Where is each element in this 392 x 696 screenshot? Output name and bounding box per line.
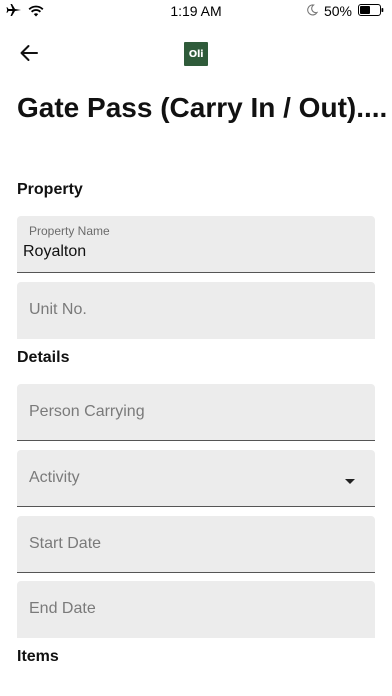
dropdown-arrow-icon [345, 479, 355, 484]
section-heading-details: Details [17, 349, 70, 366]
status-bar: 1:19 AM 50% [0, 0, 392, 24]
back-arrow-icon [19, 44, 39, 67]
page-title: Gate Pass (Carry In / Out).... [17, 92, 388, 123]
battery-icon [358, 3, 384, 19]
screen: 1:19 AM 50% Oli Gate Pass (Carry In / Ou… [0, 0, 392, 696]
property-name-label: Property Name [29, 224, 110, 238]
end-date-placeholder: End Date [29, 600, 96, 617]
app-logo: Oli [184, 42, 208, 66]
app-bar: Oli [0, 30, 392, 80]
section-heading-property: Property [17, 181, 83, 198]
back-button[interactable] [14, 40, 44, 70]
battery-percentage: 50% [323, 3, 352, 19]
status-right: 50% [306, 3, 384, 19]
unit-no-placeholder: Unit No. [29, 301, 87, 318]
activity-select[interactable]: Activity [17, 450, 375, 507]
start-date-field[interactable]: Start Date [17, 516, 375, 573]
section-heading-items: Items [17, 648, 59, 665]
unit-no-field[interactable]: Unit No. [17, 282, 375, 339]
start-date-placeholder: Start Date [29, 535, 102, 552]
moon-icon [306, 3, 319, 19]
property-name-value: Royalton [23, 243, 87, 260]
person-carrying-field[interactable]: Person Carrying [17, 384, 375, 441]
person-carrying-placeholder: Person Carrying [29, 403, 145, 420]
property-name-field[interactable]: Property Name Royalton [17, 216, 375, 273]
activity-placeholder: Activity [29, 469, 80, 486]
end-date-field[interactable]: End Date [17, 581, 375, 638]
